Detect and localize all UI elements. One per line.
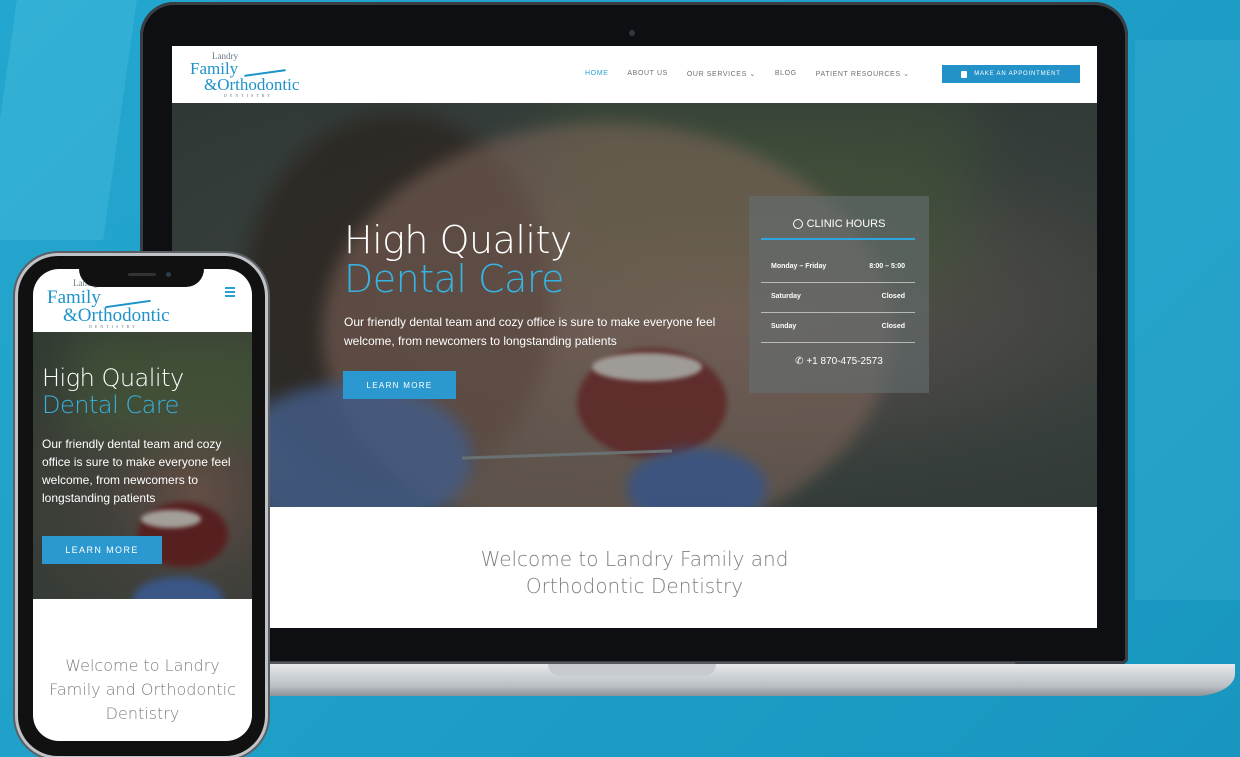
logo-dentistry: DENTISTRY [224, 93, 273, 98]
make-appointment-label: MAKE AN APPOINTMENT [974, 71, 1061, 77]
phone-hero-subtitle: Our friendly dental team and cozy office… [42, 437, 231, 505]
laptop-notch [548, 664, 716, 676]
hours-day: Sunday [771, 323, 797, 330]
clinic-hours-heading: CLINIC HOURS [749, 218, 929, 230]
hero-title-plain: High Quality [344, 218, 572, 262]
nav-patient-resources[interactable]: PATIENT RESOURCES ⌄ [816, 70, 910, 78]
welcome-line: Welcome to Landry [65, 656, 220, 675]
calendar-icon [961, 70, 968, 78]
background-shape [1135, 40, 1240, 600]
hours-time: Closed [881, 293, 905, 300]
hours-time: 8:00 – 5:00 [869, 263, 905, 270]
hours-day: Saturday [771, 293, 801, 300]
phone-camera [166, 272, 171, 277]
nav-our-services[interactable]: OUR SERVICES ⌄ [687, 70, 756, 78]
phone-learn-more-button[interactable]: LEARN MORE [42, 536, 162, 564]
divider [761, 342, 915, 343]
welcome-line: Orthodontic Dentistry [525, 574, 744, 598]
welcome-heading: Welcome to Landry Family and Orthodontic… [172, 546, 1097, 600]
phone-welcome-heading: Welcome to Landry Family and Orthodontic… [33, 654, 252, 726]
laptop-camera [629, 30, 635, 36]
clock-icon [792, 219, 803, 229]
site-logo[interactable]: Landry Family &Orthodontic DENTISTRY [190, 52, 300, 100]
hours-row: Saturday Closed [771, 293, 905, 300]
divider [761, 312, 915, 313]
hero-subtitle: Our friendly dental team and cozy office… [344, 315, 716, 348]
phone-screen: Landry Family &Orthodontic DENTISTRY Hig… [33, 269, 252, 741]
clinic-hours-accent-line [761, 238, 915, 240]
nav-about-us[interactable]: ABOUT US [627, 70, 667, 78]
hero-overlay [172, 103, 1097, 507]
welcome-line: Dentistry [105, 704, 180, 723]
clinic-hours-card: CLINIC HOURS Monday – Friday 8:00 – 5:00… [749, 196, 929, 393]
hours-day: Monday – Friday [771, 263, 827, 270]
welcome-line: Family and Orthodontic [49, 680, 236, 699]
hero-section: High Quality Dental Care Our friendly de… [172, 103, 1097, 507]
hours-time: Closed [881, 323, 905, 330]
logo-orthodontic: &Orthodontic [63, 305, 170, 326]
site-header: Landry Family &Orthodontic DENTISTRY HOM… [172, 46, 1097, 103]
background-shape [0, 0, 137, 240]
hero-title: High Quality Dental Care [344, 221, 704, 299]
clinic-phone-number: +1 870-475-2573 [806, 356, 883, 367]
nav-home[interactable]: HOME [585, 70, 608, 78]
logo-orthodontic: &Orthodontic [204, 75, 300, 94]
welcome-line: Welcome to Landry Family and [480, 547, 789, 571]
logo-dentistry: DENTISTRY [89, 324, 138, 329]
learn-more-button[interactable]: LEARN MORE [343, 371, 456, 399]
phone-speaker [128, 273, 156, 276]
hero-title-plain: High Quality [42, 364, 184, 392]
clinic-phone[interactable]: ✆ +1 870-475-2573 [749, 356, 929, 367]
divider [761, 282, 915, 283]
main-nav: HOME ABOUT US OUR SERVICES ⌄ BLOG PATIEN… [585, 70, 910, 78]
hero-title-accent: Dental Care [344, 256, 565, 301]
phone-icon: ✆ [795, 356, 807, 367]
nav-blog[interactable]: BLOG [775, 70, 797, 78]
phone-hero-title: High Quality Dental Care [42, 365, 242, 419]
hours-row: Sunday Closed [771, 323, 905, 330]
make-appointment-button[interactable]: MAKE AN APPOINTMENT [942, 65, 1080, 83]
laptop-screen: Landry Family &Orthodontic DENTISTRY HOM… [172, 46, 1097, 628]
clinic-hours-title: CLINIC HOURS [806, 218, 886, 230]
hours-row: Monday – Friday 8:00 – 5:00 [771, 263, 905, 270]
hero-title-accent: Dental Care [42, 390, 179, 419]
menu-icon[interactable] [225, 287, 235, 299]
